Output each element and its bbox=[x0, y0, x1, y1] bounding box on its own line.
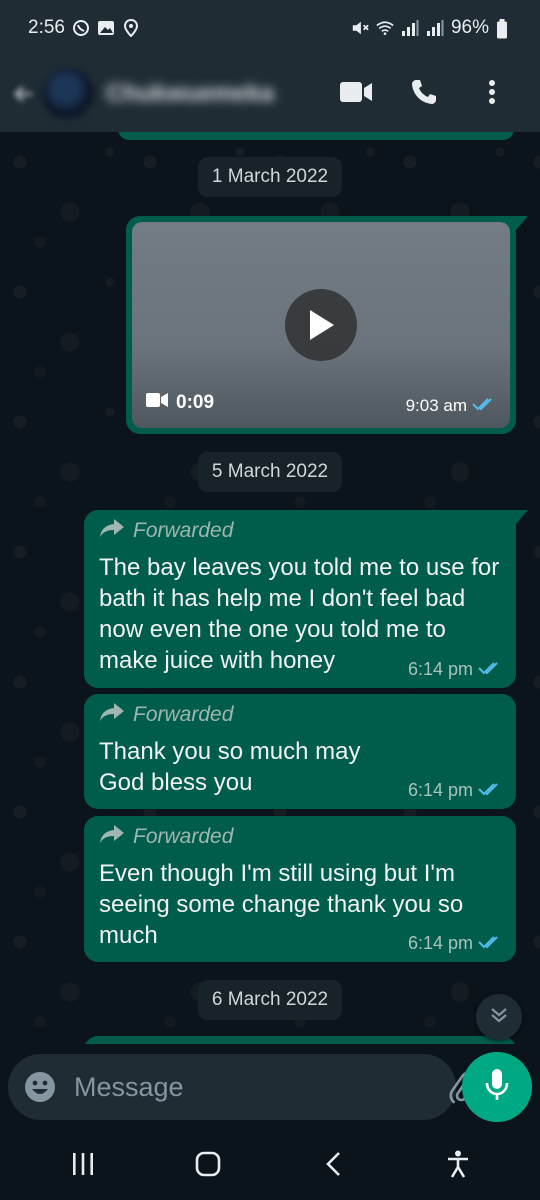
message-bubble[interactable]: Forwarded Thank you so much may God bles… bbox=[84, 694, 516, 809]
video-call-icon bbox=[340, 81, 372, 108]
forwarded-label: Forwarded bbox=[99, 824, 502, 850]
video-duration: 0:09 bbox=[146, 392, 214, 414]
mute-icon bbox=[351, 19, 369, 37]
message-bubble[interactable]: Forwarded Even though I'm still using bu… bbox=[84, 816, 516, 962]
system-nav-bar bbox=[0, 1132, 540, 1200]
forward-arrow-icon bbox=[99, 824, 125, 850]
message-bubble-partial[interactable] bbox=[84, 1036, 516, 1044]
date-divider: 1 March 2022 bbox=[197, 157, 343, 197]
message-time: 9:03 am bbox=[405, 396, 467, 415]
signal-icon bbox=[401, 19, 419, 37]
signal-icon bbox=[426, 19, 444, 37]
message-meta: 6:14 pm bbox=[408, 933, 502, 954]
forwarded-label: Forwarded bbox=[99, 702, 502, 728]
recent-apps-icon bbox=[71, 1152, 95, 1181]
contact-avatar[interactable] bbox=[42, 68, 94, 120]
forwarded-text: Forwarded bbox=[133, 703, 234, 726]
back-nav-button[interactable] bbox=[303, 1141, 363, 1191]
gallery-icon bbox=[97, 19, 115, 37]
chevron-left-icon bbox=[324, 1151, 342, 1182]
double-check-icon bbox=[478, 933, 502, 954]
message-time: 6:14 pm bbox=[407, 659, 473, 679]
double-chevron-down-icon bbox=[489, 1005, 509, 1030]
video-message[interactable]: 0:09 9:03 am bbox=[126, 216, 528, 434]
status-right: 96% bbox=[351, 17, 514, 39]
battery-percent: 96% bbox=[450, 17, 489, 38]
chat-header: Chukwuemeka bbox=[0, 56, 540, 132]
contact-name[interactable]: Chukwuemeka bbox=[106, 80, 276, 108]
message-meta: 6:14 pm bbox=[408, 659, 502, 680]
home-icon bbox=[195, 1151, 221, 1182]
message-bubble[interactable]: Forwarded The bay leaves you told me to … bbox=[84, 510, 528, 688]
emoji-button[interactable] bbox=[24, 1067, 56, 1107]
message-input[interactable] bbox=[74, 1071, 428, 1103]
double-check-icon bbox=[472, 396, 496, 416]
battery-icon bbox=[496, 19, 514, 39]
scroll-to-bottom-button[interactable] bbox=[476, 994, 522, 1040]
message-bubble-partial[interactable] bbox=[118, 132, 514, 140]
video-camera-icon bbox=[146, 392, 168, 414]
home-button[interactable] bbox=[178, 1141, 238, 1191]
date-divider: 6 March 2022 bbox=[197, 980, 343, 1020]
back-button[interactable] bbox=[10, 74, 38, 114]
chat-area[interactable]: 1 March 2022 0:09 9:03 am 5 March 2022 F… bbox=[0, 132, 540, 1044]
video-thumbnail[interactable]: 0:09 9:03 am bbox=[132, 222, 510, 428]
message-time: 6:14 pm bbox=[407, 933, 473, 953]
voice-call-button[interactable] bbox=[390, 66, 458, 122]
message-time: 6:14 pm bbox=[407, 780, 473, 800]
status-bar: 2:56 96% bbox=[0, 0, 540, 56]
whatsapp-icon bbox=[72, 19, 90, 37]
status-left: 2:56 bbox=[28, 17, 140, 39]
microphone-icon bbox=[484, 1068, 510, 1107]
header-actions bbox=[322, 66, 526, 122]
forward-arrow-icon bbox=[99, 518, 125, 544]
date-divider: 5 March 2022 bbox=[197, 452, 343, 492]
message-composer bbox=[0, 1048, 540, 1128]
location-icon bbox=[122, 19, 140, 37]
forward-arrow-icon bbox=[99, 702, 125, 728]
video-call-button[interactable] bbox=[322, 66, 390, 122]
message-text: The bay leaves you told me to use for ba… bbox=[99, 554, 500, 674]
double-check-icon bbox=[478, 780, 502, 801]
wifi-icon bbox=[376, 19, 394, 37]
clock: 2:56 bbox=[28, 17, 65, 38]
message-input-pill bbox=[8, 1054, 529, 1120]
accessibility-button[interactable] bbox=[428, 1141, 488, 1191]
message-meta: 6:14 pm bbox=[408, 780, 502, 801]
forwarded-text: Forwarded bbox=[133, 519, 234, 542]
double-check-icon bbox=[478, 659, 502, 680]
more-icon bbox=[488, 79, 496, 110]
phone-icon bbox=[410, 78, 438, 111]
accessibility-icon bbox=[446, 1150, 470, 1183]
message-meta: 9:03 am bbox=[406, 396, 496, 416]
forwarded-text: Forwarded bbox=[133, 825, 234, 848]
more-options-button[interactable] bbox=[458, 66, 526, 122]
video-duration-text: 0:09 bbox=[176, 392, 215, 413]
voice-record-button[interactable] bbox=[462, 1052, 532, 1122]
recent-apps-button[interactable] bbox=[53, 1141, 113, 1191]
play-button[interactable] bbox=[285, 289, 357, 361]
forwarded-label: Forwarded bbox=[99, 518, 502, 544]
